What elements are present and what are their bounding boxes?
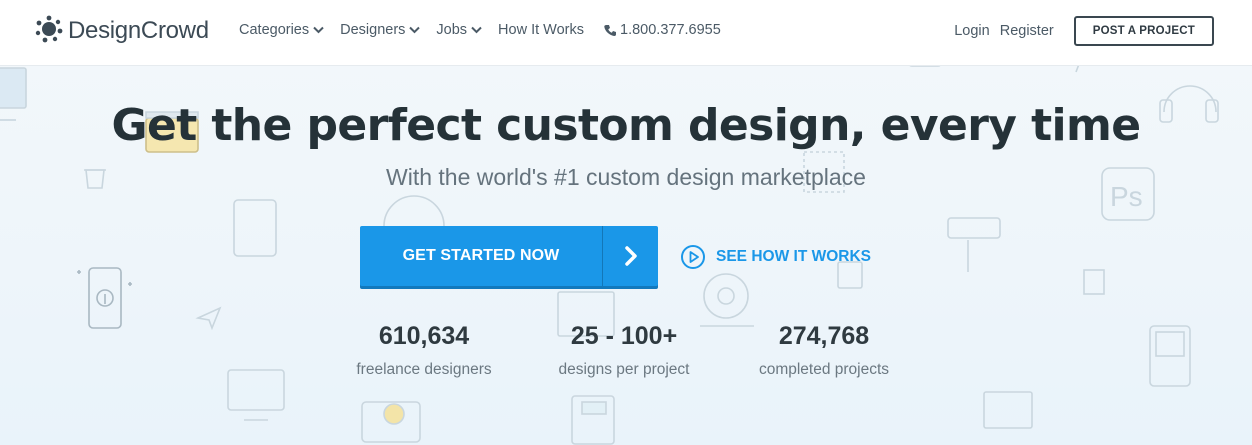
phone-icon xyxy=(604,24,616,36)
stat-value: 25 - 100+ xyxy=(570,322,678,350)
stat-designers: 610,634 freelance designers xyxy=(354,322,494,379)
main-nav: Categories Designers Jobs How It Works 1… xyxy=(239,22,737,38)
phone-link[interactable]: 1.800.377.6955 xyxy=(600,22,721,38)
paper-plane-icon xyxy=(195,306,222,331)
nav-label: Categories xyxy=(239,22,310,38)
account-nav: Login Register POST A PROJECT xyxy=(954,16,1214,46)
nav-designers[interactable]: Designers xyxy=(340,22,421,38)
brand-logo[interactable]: DesignCrowd xyxy=(34,14,209,49)
register-link[interactable]: Register xyxy=(1000,23,1054,39)
see-how-it-works-link[interactable]: SEE HOW IT WORKS xyxy=(680,244,871,270)
stat-designs-per-project: 25 - 100+ designs per project xyxy=(554,322,694,379)
stat-completed-projects: 274,768 completed projects xyxy=(754,322,894,379)
nav-label: How It Works xyxy=(498,22,584,38)
chevron-down-icon xyxy=(313,26,324,34)
phone-lock-icon xyxy=(77,267,132,329)
nav-label: Designers xyxy=(340,22,406,38)
get-started-label: GET STARTED NOW xyxy=(402,247,560,264)
nav-jobs[interactable]: Jobs xyxy=(436,22,482,38)
site-header: DesignCrowd Categories Designers Jobs Ho… xyxy=(0,0,1252,66)
hero-headline: Get the perfect custom design, every tim… xyxy=(111,100,1141,151)
play-circle-icon xyxy=(681,245,705,269)
stat-value: 610,634 xyxy=(378,322,470,350)
desktop-icon xyxy=(227,369,285,421)
nav-label: Jobs xyxy=(436,22,468,38)
stat-label: designs per project xyxy=(558,361,690,378)
brand-name: DesignCrowd xyxy=(68,17,209,44)
nav-categories[interactable]: Categories xyxy=(239,22,324,38)
login-link[interactable]: Login xyxy=(954,23,989,39)
get-started-button[interactable]: GET STARTED NOW xyxy=(360,226,658,286)
chevron-right-icon xyxy=(602,226,658,286)
see-how-it-works-label: SEE HOW IT WORKS xyxy=(716,248,871,265)
small-monitor-icon xyxy=(983,391,1033,429)
chevron-down-icon xyxy=(471,26,482,34)
tablet-icon xyxy=(233,199,277,257)
gameboy-icon xyxy=(1149,325,1191,387)
box-icon xyxy=(1083,269,1105,295)
drawing-tablet-icon xyxy=(571,395,615,445)
chevron-down-icon xyxy=(409,26,421,34)
hero-subheadline: With the world's #1 custom design market… xyxy=(386,164,866,190)
phone-number: 1.800.377.6955 xyxy=(620,22,721,38)
logo-splash-icon xyxy=(34,14,64,49)
nav-how-it-works[interactable]: How It Works xyxy=(498,22,584,38)
stat-label: freelance designers xyxy=(356,361,492,378)
post-project-button[interactable]: POST A PROJECT xyxy=(1073,16,1214,46)
camera-icon xyxy=(361,401,421,443)
paint-roller-icon xyxy=(947,217,1001,272)
webcam-icon xyxy=(700,273,754,327)
stat-value: 274,768 xyxy=(778,322,870,350)
stat-label: completed projects xyxy=(758,361,890,378)
